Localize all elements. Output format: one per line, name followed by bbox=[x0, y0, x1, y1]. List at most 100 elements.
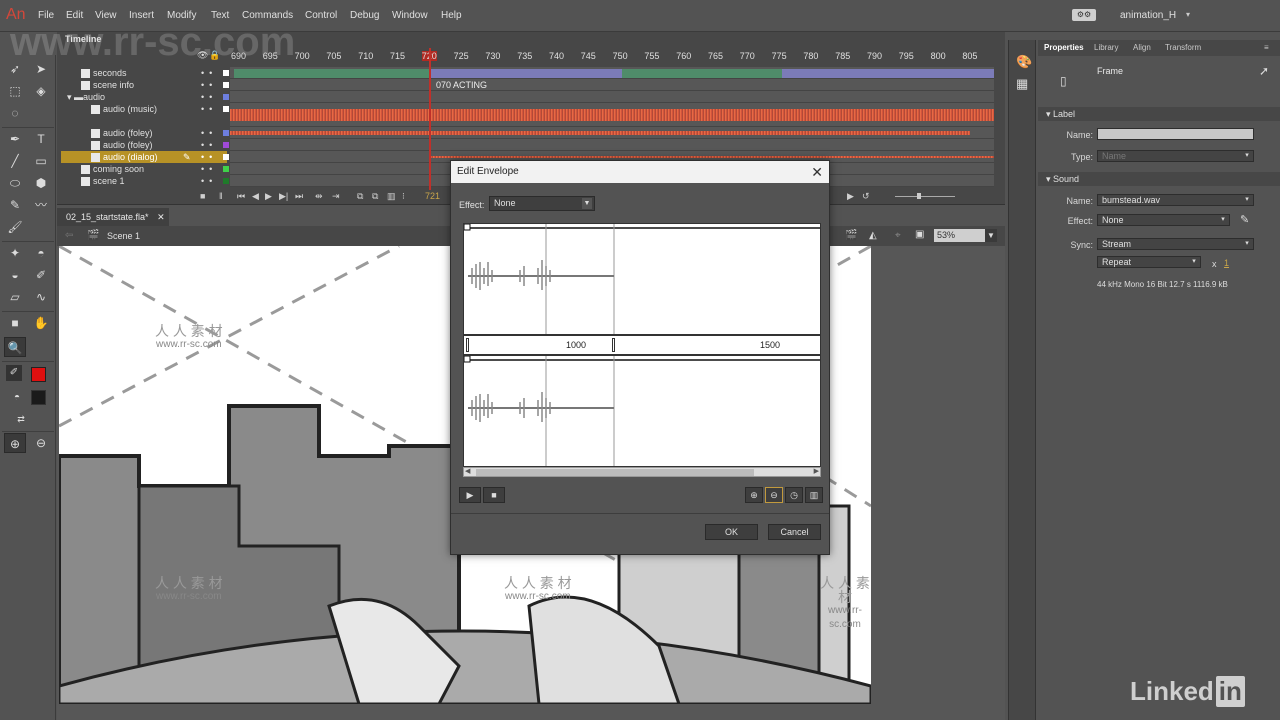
layer-outline-color[interactable] bbox=[223, 154, 229, 160]
label-type-dropdown[interactable]: Name ▾ bbox=[1097, 150, 1254, 162]
menu-window[interactable]: Window bbox=[392, 10, 428, 21]
modify-markers-icon[interactable]: ⁝ bbox=[402, 191, 405, 202]
close-icon[interactable]: ✕ bbox=[811, 161, 823, 183]
eyedropper-tool-icon[interactable]: ✐ bbox=[30, 265, 52, 285]
layer-outline-color[interactable] bbox=[223, 178, 229, 184]
start-marker[interactable] bbox=[466, 338, 469, 352]
document-tab[interactable]: 02_15_startstate.fla* ✕ bbox=[57, 208, 169, 226]
zoom-out-icon[interactable]: ⊖ bbox=[30, 433, 52, 453]
ok-button[interactable]: OK bbox=[705, 524, 758, 540]
layer-outline-color[interactable] bbox=[223, 70, 229, 76]
layer-row[interactable]: scene 1 • • bbox=[61, 175, 229, 187]
sync-dropdown[interactable]: Stream ▾ bbox=[1097, 238, 1254, 250]
layer-outline-color[interactable] bbox=[223, 94, 229, 100]
label-section-header[interactable]: ▾ Label bbox=[1038, 107, 1280, 121]
layer-outline-color[interactable] bbox=[223, 142, 229, 148]
zoom-dropdown-arrow[interactable]: ▼ bbox=[985, 229, 997, 242]
zoom-tool-icon[interactable]: 🔍 bbox=[4, 337, 26, 357]
camera-icon[interactable]: ■ bbox=[200, 191, 205, 201]
play-icon[interactable]: ▶ bbox=[265, 191, 272, 202]
menu-debug[interactable]: Debug bbox=[350, 10, 379, 21]
reset-icon[interactable]: ↺ bbox=[862, 191, 870, 202]
first-frame-icon[interactable]: ⏮ bbox=[237, 191, 245, 202]
help-link-icon[interactable]: ➚ bbox=[1259, 64, 1269, 78]
scroll-left-icon[interactable]: ◀ bbox=[465, 467, 470, 475]
layer-outline-color[interactable] bbox=[223, 166, 229, 172]
sync-settings-icon[interactable]: ⚙⚙ bbox=[1072, 9, 1096, 21]
layer-row[interactable]: audio (foley) • • bbox=[61, 127, 229, 139]
stroke-color-icon[interactable]: ✐ bbox=[6, 365, 22, 381]
pause-icon[interactable]: ‖ bbox=[219, 191, 223, 201]
edit-envelope-pencil-icon[interactable]: ✎ bbox=[1240, 213, 1249, 226]
stop-sound-button[interactable]: ■ bbox=[483, 487, 505, 503]
end-marker[interactable] bbox=[612, 338, 615, 352]
pencil-tool-icon[interactable]: ✎ bbox=[4, 195, 26, 215]
fill-color-swatch[interactable] bbox=[31, 390, 46, 405]
panel-menu-icon[interactable]: ≡ bbox=[1264, 43, 1269, 52]
free-transform-tool-icon[interactable]: ⬚ bbox=[4, 81, 26, 101]
bone-tool-icon[interactable]: ✦ bbox=[4, 243, 26, 263]
zoom-in-button[interactable]: ⊕ bbox=[745, 487, 763, 503]
zoom-out-button[interactable]: ⊖ bbox=[765, 487, 783, 503]
layer-track[interactable] bbox=[230, 91, 994, 103]
tab-align[interactable]: Align bbox=[1133, 43, 1151, 52]
timeline-zoom-slider[interactable] bbox=[895, 196, 955, 197]
cancel-button[interactable]: Cancel bbox=[768, 524, 821, 540]
slider-handle[interactable] bbox=[917, 193, 921, 199]
envelope-scrollbar[interactable]: ◀ ▶ bbox=[463, 467, 821, 477]
last-frame-icon[interactable]: ⏭ bbox=[295, 191, 303, 202]
frames-view-icon[interactable]: ▥ bbox=[805, 487, 823, 503]
repeat-dropdown[interactable]: Repeat ▾ bbox=[1097, 256, 1201, 268]
tab-library[interactable]: Library bbox=[1094, 43, 1118, 52]
workspace-switcher[interactable]: animation_H bbox=[1120, 10, 1176, 21]
tab-properties[interactable]: Properties bbox=[1044, 43, 1084, 52]
seconds-view-icon[interactable]: ◷ bbox=[785, 487, 803, 503]
prev-frame-icon[interactable]: ◀ bbox=[252, 191, 259, 202]
layer-row[interactable]: audio (dialog) ✎ • • bbox=[61, 151, 229, 163]
layer-outline-color[interactable] bbox=[223, 130, 229, 136]
layer-outline-color[interactable] bbox=[223, 82, 229, 88]
menu-control[interactable]: Control bbox=[305, 10, 337, 21]
clip-content-icon[interactable]: ▣ bbox=[915, 229, 924, 240]
text-tool-icon[interactable]: T bbox=[30, 129, 52, 149]
menu-help[interactable]: Help bbox=[441, 10, 462, 21]
close-tab-icon[interactable]: ✕ bbox=[157, 212, 165, 222]
layer-outline-color[interactable] bbox=[223, 106, 229, 112]
stroke-color-swatch[interactable] bbox=[31, 367, 46, 382]
loop-icon[interactable]: ⇹ bbox=[315, 191, 323, 202]
paint-bucket-tool-icon[interactable]: ◓ bbox=[30, 243, 52, 263]
lasso-tool-icon[interactable]: ◌ bbox=[4, 103, 26, 123]
play-sound-button[interactable]: ▶ bbox=[459, 487, 481, 503]
layer-track[interactable] bbox=[230, 67, 994, 79]
back-arrow-icon[interactable]: ⇦ bbox=[65, 230, 73, 241]
effect-dropdown[interactable]: None ▼ bbox=[489, 196, 595, 211]
sound-name-dropdown[interactable]: bumstead.wav ▾ bbox=[1097, 194, 1254, 206]
scrollbar-thumb[interactable] bbox=[476, 469, 754, 476]
playhead[interactable] bbox=[429, 48, 431, 190]
zoom-in-icon[interactable]: ⊕ bbox=[4, 433, 26, 453]
hand-tool-icon[interactable]: ✋ bbox=[30, 313, 52, 333]
repeat-count[interactable]: 1 bbox=[1224, 258, 1229, 268]
chevron-down-icon[interactable]: ▾ bbox=[1186, 10, 1190, 19]
envelope-ruler[interactable]: 1000 1500 bbox=[463, 335, 821, 355]
polystar-tool-icon[interactable]: ⬢ bbox=[30, 173, 52, 193]
rectangle-tool-icon[interactable]: ▭ bbox=[30, 151, 52, 171]
sound-section-header[interactable]: ▾ Sound bbox=[1038, 172, 1280, 186]
swatches-grid-icon[interactable]: ▦ bbox=[1016, 76, 1028, 92]
center-stage-icon[interactable]: ⌖ bbox=[895, 230, 901, 241]
pen-tool-icon[interactable]: ✒ bbox=[4, 129, 26, 149]
tab-transform[interactable]: Transform bbox=[1165, 43, 1201, 52]
layer-row[interactable]: coming soon • • bbox=[61, 163, 229, 175]
layer-track[interactable] bbox=[230, 103, 994, 127]
next-frame-icon[interactable]: ▶| bbox=[279, 191, 288, 202]
eraser-tool-icon[interactable]: ▱ bbox=[4, 287, 26, 307]
scroll-right-icon[interactable]: ▶ bbox=[847, 191, 854, 202]
edit-scene-icon[interactable]: 🎬 bbox=[845, 230, 857, 241]
edit-multiple-icon[interactable]: ▥ bbox=[387, 191, 396, 202]
camera-tool-icon[interactable]: ■ bbox=[4, 313, 26, 333]
layer-track[interactable] bbox=[230, 139, 994, 151]
current-frame-counter[interactable]: 721 bbox=[425, 191, 440, 201]
scroll-right-icon[interactable]: ▶ bbox=[814, 467, 819, 475]
swap-colors-icon[interactable]: ⇄ bbox=[10, 409, 32, 429]
oval-tool-icon[interactable]: ⬭ bbox=[4, 173, 26, 193]
